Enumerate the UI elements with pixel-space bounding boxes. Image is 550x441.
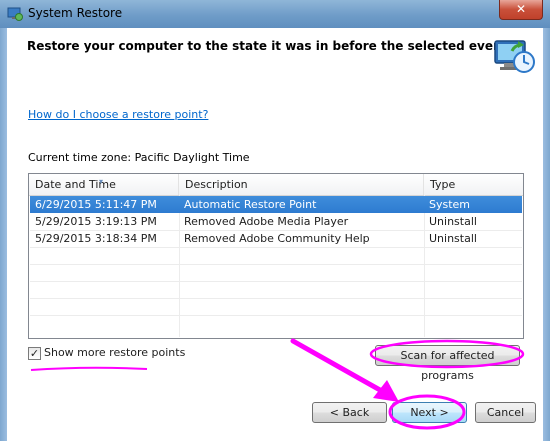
column-header-date[interactable]: ▾ Date and Time <box>29 174 179 195</box>
page-heading: Restore your computer to the state it wa… <box>27 39 508 53</box>
system-restore-icon <box>7 7 23 21</box>
table-row[interactable]: 5/29/2015 3:18:34 PM Removed Adobe Commu… <box>30 230 522 247</box>
dialog-body: Restore your computer to the state it wa… <box>7 28 543 441</box>
row-description: Removed Adobe Community Help <box>184 232 370 245</box>
window-frame-right <box>543 28 550 441</box>
list-header: ▾ Date and Time Description Type <box>29 174 523 196</box>
timezone-label: Current time zone: Pacific Daylight Time <box>28 151 250 164</box>
back-button[interactable]: < Back <box>312 402 387 423</box>
row-divider <box>30 298 522 299</box>
close-button[interactable]: ✕ <box>499 0 543 20</box>
title-bar[interactable]: System Restore ✕ <box>0 0 550 29</box>
annotation-arrowhead <box>373 380 399 402</box>
window-frame-left <box>0 28 7 441</box>
row-date: 6/29/2015 5:11:47 PM <box>35 198 157 211</box>
table-row[interactable]: 6/29/2015 5:11:47 PM Automatic Restore P… <box>30 196 522 213</box>
annotation-underline <box>30 366 148 371</box>
row-date: 5/29/2015 3:19:13 PM <box>35 215 157 228</box>
table-row[interactable]: 5/29/2015 3:19:13 PM Removed Adobe Media… <box>30 213 522 230</box>
column-header-type[interactable]: Type <box>424 174 523 195</box>
row-type: Uninstall <box>429 232 477 245</box>
dialog-header: Restore your computer to the state it wa… <box>7 28 543 88</box>
row-type: System <box>429 198 471 211</box>
column-header-description[interactable]: Description <box>179 174 424 195</box>
system-restore-icon <box>494 40 535 73</box>
sort-arrow-icon: ▾ <box>99 177 104 186</box>
row-description: Automatic Restore Point <box>184 198 317 211</box>
row-date: 5/29/2015 3:18:34 PM <box>35 232 157 245</box>
annotation-arrow <box>290 338 390 397</box>
system-restore-window: System Restore ✕ Restore your computer t… <box>0 0 550 441</box>
show-more-label: Show more restore points <box>44 346 186 359</box>
row-divider <box>30 264 522 265</box>
help-link[interactable]: How do I choose a restore point? <box>28 108 208 121</box>
checkbox-check-icon[interactable]: ✓ <box>28 347 41 360</box>
row-divider <box>30 281 522 282</box>
cancel-button[interactable]: Cancel <box>475 402 536 423</box>
row-divider <box>30 247 522 248</box>
scan-affected-programs-button[interactable]: Scan for affected programs <box>375 345 520 382</box>
row-type: Uninstall <box>429 215 477 228</box>
row-divider <box>30 315 522 316</box>
next-button[interactable]: Next > <box>392 402 467 423</box>
restore-points-list[interactable]: ▾ Date and Time Description Type 6/29/20… <box>28 173 524 339</box>
row-description: Removed Adobe Media Player <box>184 215 349 228</box>
window-title: System Restore <box>28 6 123 20</box>
